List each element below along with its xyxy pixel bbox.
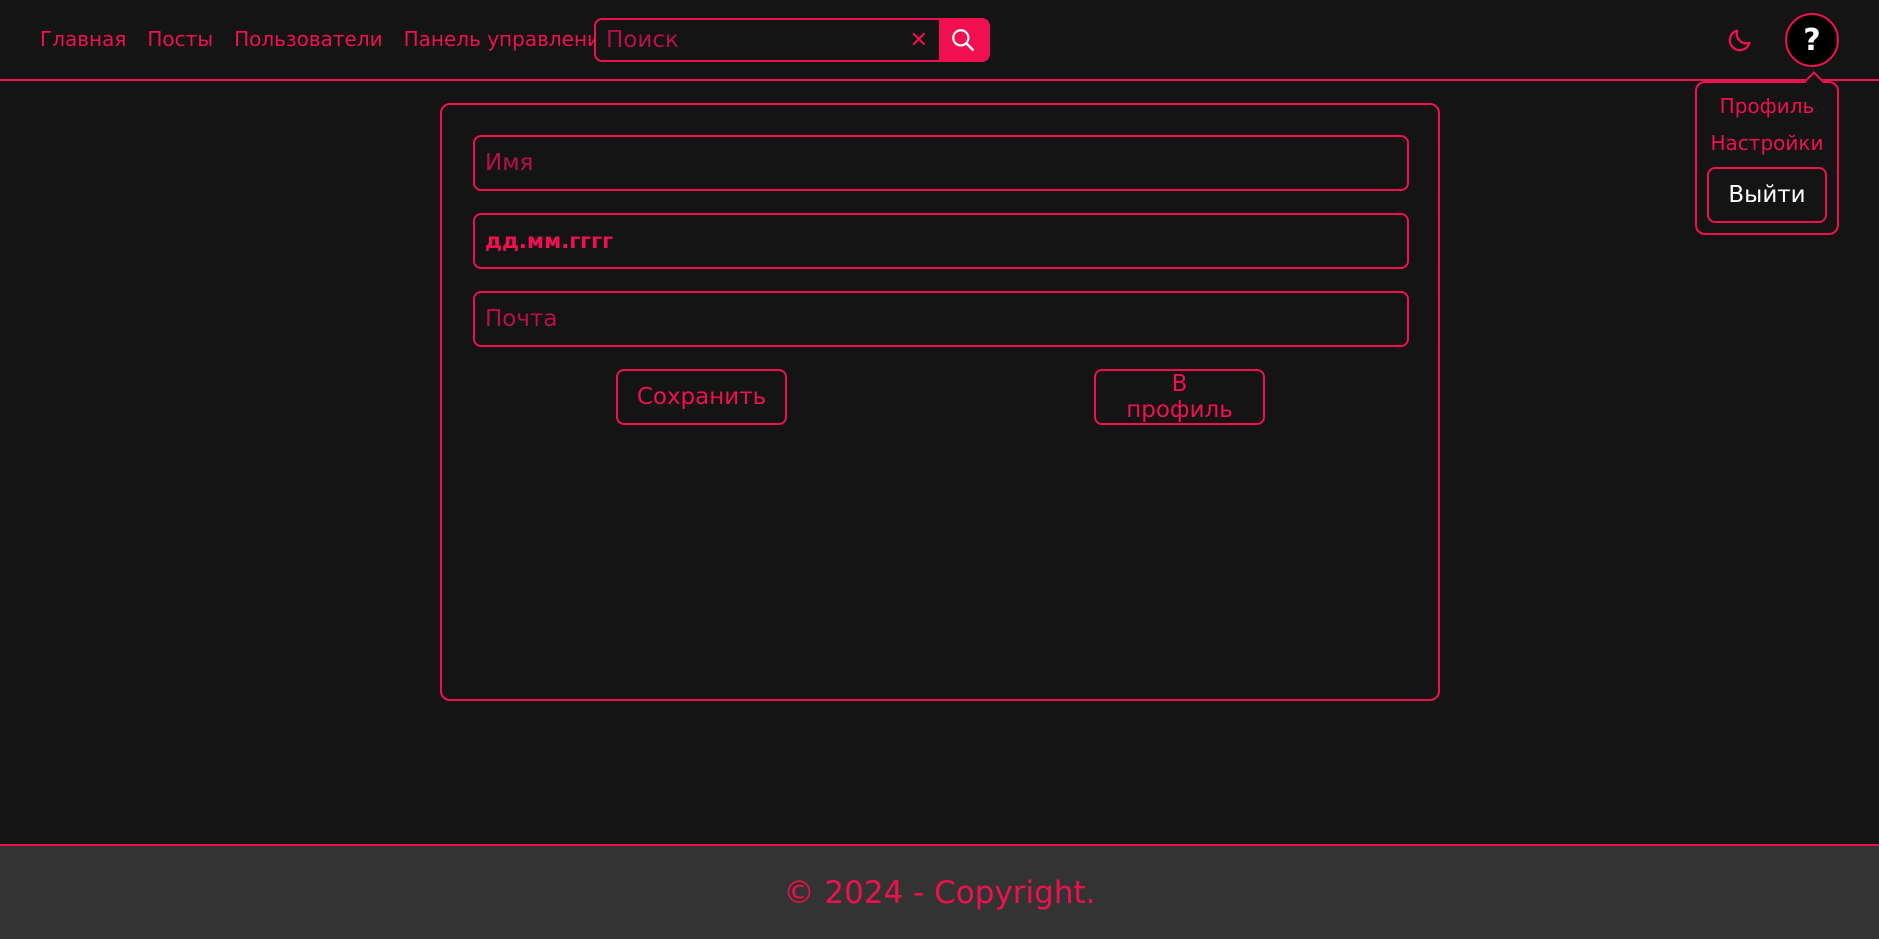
top-header: Главная Посты Пользователи Панель управл… (0, 0, 1879, 81)
logout-button[interactable]: Выйти (1707, 167, 1827, 223)
search-bar: ✕ (594, 18, 990, 62)
go-to-profile-button[interactable]: В профиль (1094, 369, 1265, 425)
nav-link-posts[interactable]: Посты (147, 27, 213, 51)
nav-link-users[interactable]: Пользователи (234, 27, 383, 51)
menu-item-profile[interactable]: Профиль (1697, 94, 1837, 118)
copyright-text: © 2024 - Copyright. (783, 874, 1096, 911)
search-input[interactable] (596, 20, 899, 60)
birthdate-placeholder: дд.мм.гггг (485, 229, 614, 253)
avatar-button[interactable]: ? (1785, 13, 1839, 67)
footer: © 2024 - Copyright. (0, 844, 1879, 939)
email-field[interactable] (473, 291, 1409, 347)
moon-icon (1728, 29, 1751, 52)
birthdate-field[interactable]: дд.мм.гггг (473, 213, 1409, 269)
user-menu-dropdown: Профиль Настройки Выйти (1695, 71, 1839, 235)
search-icon (952, 29, 975, 51)
nav-link-home[interactable]: Главная (40, 27, 126, 51)
name-field[interactable] (473, 135, 1409, 191)
profile-edit-form: дд.мм.гггг Сохранить В профиль (440, 103, 1440, 701)
save-button[interactable]: Сохранить (616, 369, 787, 425)
close-icon[interactable]: ✕ (899, 20, 939, 60)
avatar-label: ? (1803, 22, 1821, 58)
main-nav: Главная Посты Пользователи Панель управл… (40, 27, 612, 51)
search-button[interactable] (938, 20, 988, 60)
theme-toggle-button[interactable] (1724, 24, 1756, 56)
nav-link-dashboard[interactable]: Панель управления (404, 27, 612, 51)
menu-item-settings[interactable]: Настройки (1697, 131, 1837, 155)
